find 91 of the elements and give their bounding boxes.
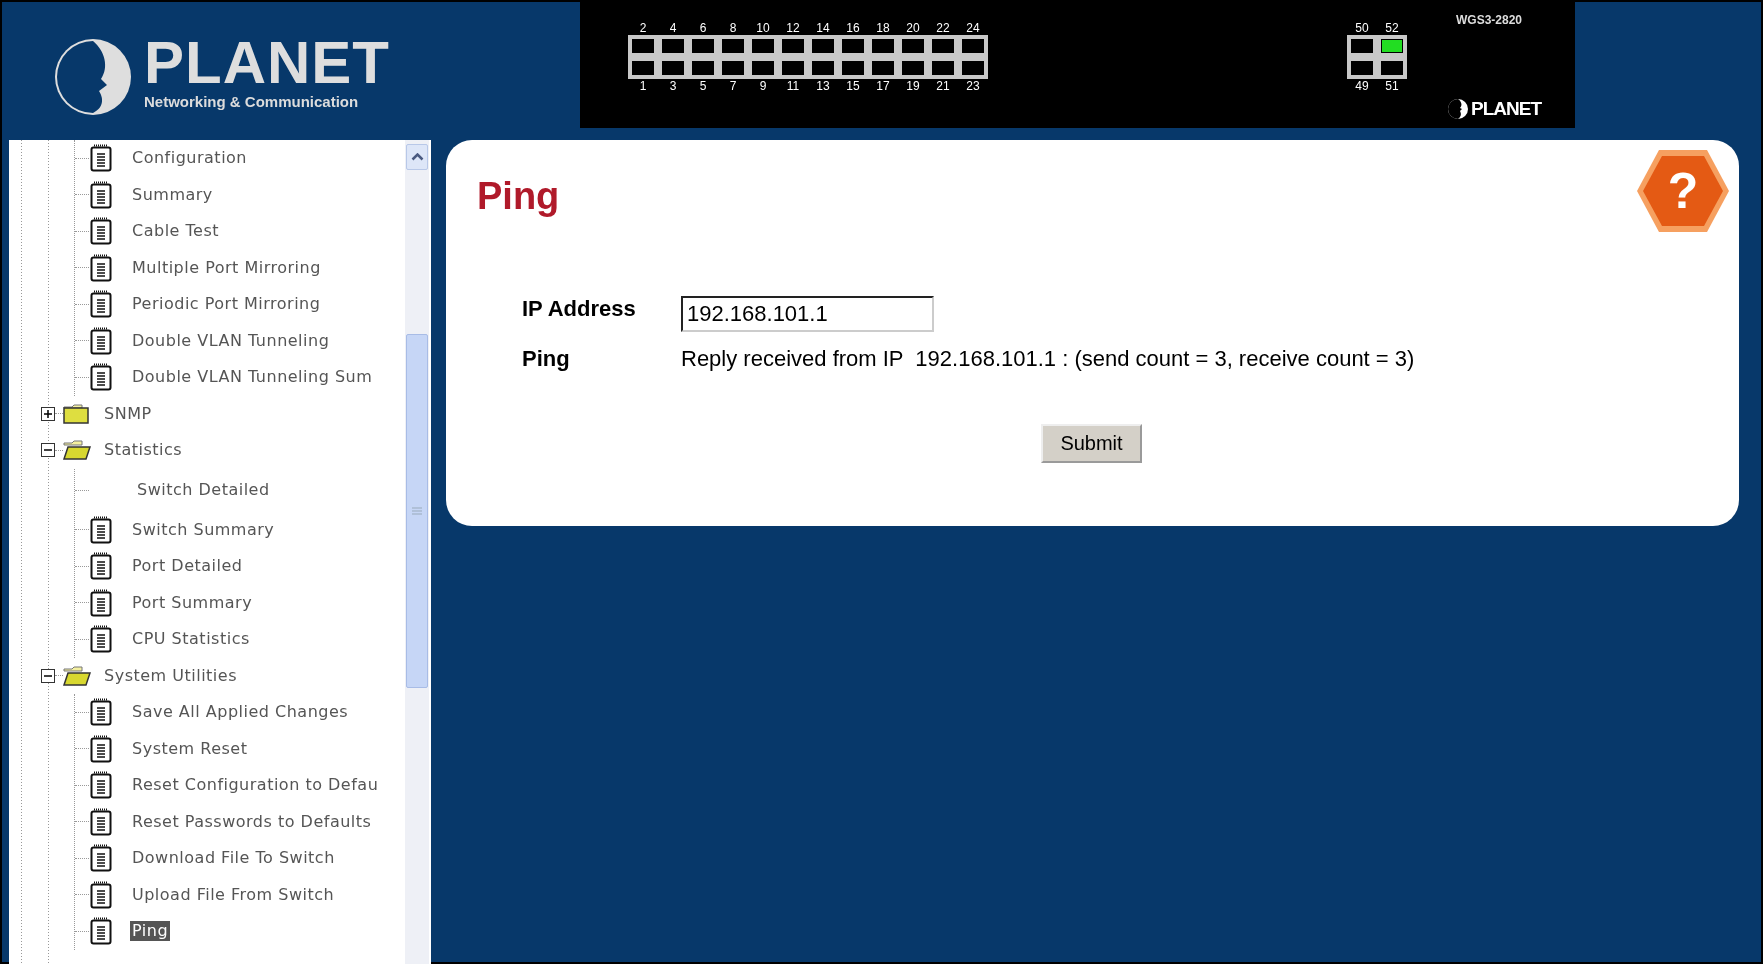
- tree-item[interactable]: Reset Passwords to Defaults: [130, 811, 374, 832]
- help-icon[interactable]: ?: [1635, 148, 1731, 234]
- expand-icon[interactable]: [41, 406, 55, 421]
- tree-item[interactable]: Port Detailed: [130, 556, 245, 577]
- port-number: 14: [816, 21, 830, 35]
- port-number: 23: [966, 79, 980, 93]
- tree-folder[interactable]: Statistics: [102, 440, 185, 461]
- document-icon: [90, 734, 112, 763]
- tree-folder[interactable]: SNMP: [102, 403, 154, 424]
- document-icon: [90, 771, 112, 800]
- tree-item[interactable]: Double VLAN Tunneling: [130, 330, 332, 351]
- document-icon: [90, 552, 112, 581]
- port-number: 11: [786, 79, 800, 93]
- document-icon: [90, 515, 112, 544]
- field-label: IP Address: [522, 296, 637, 322]
- folder-icon: [63, 402, 91, 425]
- port-number: 19: [906, 79, 920, 93]
- tree-item[interactable]: Switch Detailed: [135, 480, 272, 500]
- grip-icon: [412, 507, 422, 515]
- document-icon: [90, 144, 112, 173]
- tree-item[interactable]: Periodic Port Mirroring: [130, 294, 323, 315]
- document-icon: [90, 625, 112, 654]
- collapse-icon[interactable]: [41, 668, 55, 683]
- tree-item[interactable]: Summary: [130, 184, 215, 205]
- port-number: 5: [699, 79, 707, 93]
- port-number: 13: [816, 79, 830, 93]
- port-number: 17: [876, 79, 890, 93]
- document-icon: [90, 844, 112, 873]
- port-number: 16: [846, 21, 860, 35]
- port-number: 3: [669, 79, 677, 93]
- tree-item[interactable]: System Reset: [130, 738, 250, 759]
- port-number: 50: [1355, 21, 1369, 35]
- tree-item[interactable]: Port Summary: [130, 592, 255, 613]
- tree-item[interactable]: Multiple Port Mirroring: [130, 257, 323, 278]
- field-label: Ping: [522, 346, 571, 372]
- page-title: Ping: [477, 174, 560, 219]
- logo-icon: [53, 37, 133, 117]
- document-icon: [90, 290, 112, 319]
- tree-item[interactable]: Ping: [130, 921, 171, 942]
- port-number: 12: [786, 21, 800, 35]
- submit-button[interactable]: Submit: [1041, 424, 1142, 463]
- collapse-icon[interactable]: [41, 443, 55, 458]
- port-number: 7: [729, 79, 737, 93]
- tree-item[interactable]: CPU Statistics: [130, 629, 252, 650]
- document-icon: [90, 588, 112, 617]
- tree-item[interactable]: Double VLAN Tunneling Sum: [130, 367, 375, 388]
- open-folder-icon: [63, 664, 91, 687]
- document-icon: [90, 363, 112, 392]
- document-icon: [90, 917, 112, 946]
- document-icon: [90, 326, 112, 355]
- port-number: 15: [846, 79, 860, 93]
- document-icon: [90, 253, 112, 282]
- ip-address-field[interactable]: 192.168.101.1: [681, 296, 934, 332]
- model-label: WGS3-2820: [1456, 13, 1523, 27]
- tree-folder[interactable]: System Utilities: [102, 665, 239, 686]
- port-number: 20: [906, 21, 920, 35]
- document-icon: [90, 698, 112, 727]
- port-number: 8: [729, 21, 737, 35]
- logo-text: PLANET: [144, 37, 390, 89]
- tree-item[interactable]: Reset Configuration to Defau: [130, 775, 381, 796]
- logo-tagline: Networking & Communication: [144, 93, 360, 111]
- logo-icon: [1447, 98, 1469, 120]
- port-number: 49: [1355, 79, 1369, 93]
- tree-item[interactable]: Cable Test: [130, 221, 221, 242]
- tree-item[interactable]: Switch Summary: [130, 519, 277, 540]
- ping-result: Reply received from IP 192.168.101.1 : (send count = 3, receive count = 3): [681, 346, 1416, 372]
- port-number: 6: [699, 21, 707, 35]
- document-icon: [90, 217, 112, 246]
- scroll-up-button[interactable]: [406, 144, 428, 170]
- tree-item[interactable]: Upload File From Switch: [130, 884, 337, 905]
- tree-item[interactable]: Download File To Switch: [130, 848, 337, 869]
- tree-item[interactable]: Save All Applied Changes: [130, 702, 351, 723]
- document-icon: [90, 180, 112, 209]
- port-number: 22: [936, 21, 950, 35]
- document-icon: [90, 807, 112, 836]
- port-number: 10: [756, 21, 770, 35]
- port-number: 52: [1385, 21, 1399, 35]
- port-number: 24: [966, 21, 980, 35]
- tree-item[interactable]: Configuration: [130, 148, 249, 169]
- port-number: 4: [669, 21, 677, 35]
- open-folder-icon: [63, 439, 91, 462]
- port-number: 9: [759, 79, 767, 93]
- port-number: 1: [639, 79, 647, 93]
- port-number: 18: [876, 21, 890, 35]
- port-number: 2: [639, 21, 647, 35]
- brand-logo-text: PLANET: [1471, 99, 1541, 119]
- scrollbar-thumb[interactable]: [406, 334, 428, 688]
- document-icon: [90, 880, 112, 909]
- port-number: 21: [936, 79, 950, 93]
- port-number: 51: [1385, 79, 1399, 93]
- chevron-up-icon: [410, 153, 424, 161]
